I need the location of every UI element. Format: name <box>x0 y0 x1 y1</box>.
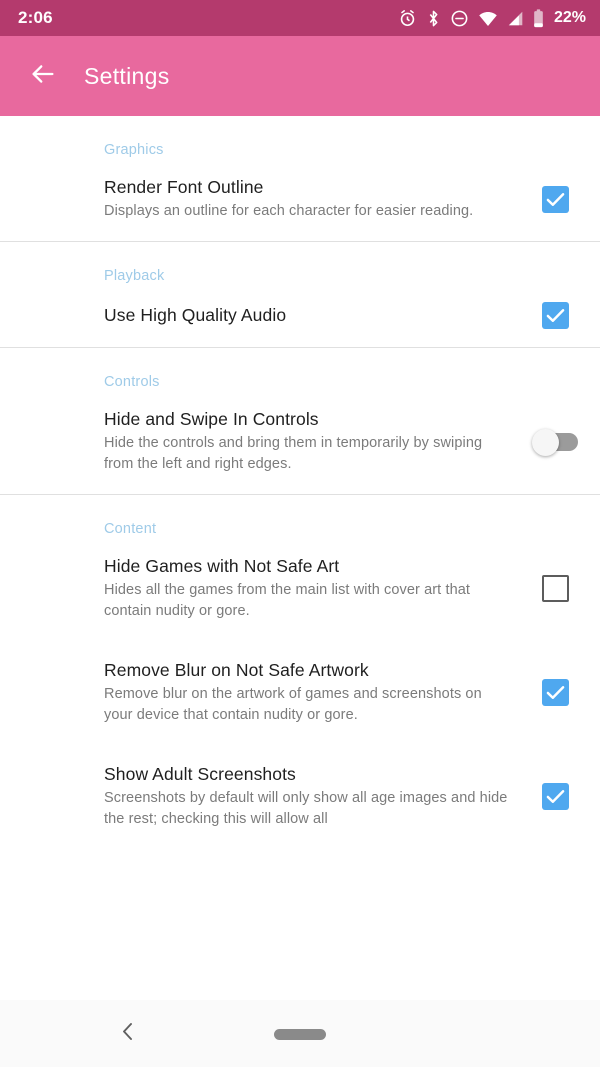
pref-title: Remove Blur on Not Safe Artwork <box>104 659 369 680</box>
pref-summary: Hides all the games from the main list w… <box>104 582 471 620</box>
battery-icon <box>533 8 544 28</box>
status-bar: 2:06 22% <box>0 0 600 36</box>
cell-signal-icon <box>507 10 524 27</box>
pref-widget[interactable] <box>532 575 578 603</box>
pref-hide-and-swipe-in-controls[interactable]: Hide and Swipe In Controls Hide the cont… <box>0 390 600 494</box>
pref-summary: Screenshots by default will only show al… <box>104 790 508 828</box>
checkbox-checked-icon[interactable] <box>541 185 569 213</box>
pref-summary: Hide the controls and bring them in temp… <box>104 435 483 473</box>
checkbox-unchecked-icon[interactable] <box>541 575 569 603</box>
status-bar-clock: 2:06 <box>18 8 53 27</box>
pref-use-high-quality-audio[interactable]: Use High Quality Audio <box>0 284 600 347</box>
settings-section-content: Content Hide Games with Not Safe Art Hid… <box>0 495 600 849</box>
checkbox-checked-icon[interactable] <box>541 301 569 329</box>
pref-title: Render Font Outline <box>104 177 264 197</box>
pref-show-adult-screenshots[interactable]: Show Adult Screenshots Screenshots by de… <box>0 745 600 849</box>
pref-title: Hide Games with Not Safe Art <box>104 555 340 576</box>
pref-widget[interactable] <box>532 185 578 213</box>
bluetooth-icon <box>426 9 441 28</box>
system-navigation-bar <box>0 1000 600 1067</box>
settings-section-playback: Playback Use High Quality Audio <box>0 242 600 348</box>
pref-title: Use High Quality Audio <box>104 305 287 325</box>
settings-section-graphics: Graphics Render Font Outline Displays an… <box>0 116 600 242</box>
page-title: Settings <box>84 62 170 89</box>
pref-widget[interactable] <box>532 679 578 707</box>
pref-summary: Displays an outline for each character f… <box>104 203 474 220</box>
app-bar: Settings <box>0 36 600 116</box>
status-bar-icons: 22% <box>398 8 586 28</box>
pref-remove-blur-on-not-safe-artwork[interactable]: Remove Blur on Not Safe Artwork Remove b… <box>0 641 600 745</box>
pref-hide-games-with-not-safe-art[interactable]: Hide Games with Not Safe Art Hides all t… <box>0 537 600 641</box>
pref-title: Hide and Swipe In Controls <box>104 408 319 429</box>
settings-list[interactable]: Graphics Render Font Outline Displays an… <box>0 116 600 1000</box>
pref-text: Hide Games with Not Safe Art Hides all t… <box>104 555 532 623</box>
toggle-switch-off[interactable] <box>532 428 578 456</box>
pref-widget[interactable] <box>532 301 578 329</box>
pref-text: Show Adult Screenshots Screenshots by de… <box>104 763 532 831</box>
pref-text: Render Font Outline Displays an outline … <box>104 176 532 223</box>
section-header-controls: Controls <box>104 373 160 390</box>
switch-thumb <box>532 428 559 456</box>
pref-text: Remove Blur on Not Safe Artwork Remove b… <box>104 659 532 727</box>
back-button[interactable] <box>20 53 66 99</box>
do-not-disturb-icon <box>450 9 469 28</box>
phone-screen: 2:06 22% Settings Graphics Render Font O… <box>0 0 600 1067</box>
checkbox-checked-icon[interactable] <box>541 783 569 811</box>
arrow-back-icon <box>29 60 57 93</box>
settings-section-controls: Controls Hide and Swipe In Controls Hide… <box>0 348 600 495</box>
pref-widget[interactable] <box>532 783 578 811</box>
gesture-home-pill[interactable] <box>274 1028 326 1040</box>
checkbox-checked-icon[interactable] <box>541 679 569 707</box>
chevron-back-icon <box>118 1022 138 1047</box>
wifi-icon <box>478 10 498 27</box>
pref-text: Hide and Swipe In Controls Hide the cont… <box>104 408 532 476</box>
nav-back-button[interactable] <box>118 1019 138 1048</box>
battery-percent-label: 22% <box>553 9 586 26</box>
section-header-graphics: Graphics <box>104 142 164 158</box>
pref-title: Show Adult Screenshots <box>104 763 296 784</box>
pref-summary: Remove blur on the artwork of games and … <box>104 686 482 724</box>
pref-text: Use High Quality Audio <box>104 304 532 326</box>
pref-widget[interactable] <box>532 428 578 456</box>
section-header-content: Content <box>104 520 157 537</box>
pref-render-font-outline[interactable]: Render Font Outline Displays an outline … <box>0 158 600 241</box>
alarm-icon <box>398 9 417 28</box>
section-header-playback: Playback <box>104 267 165 284</box>
